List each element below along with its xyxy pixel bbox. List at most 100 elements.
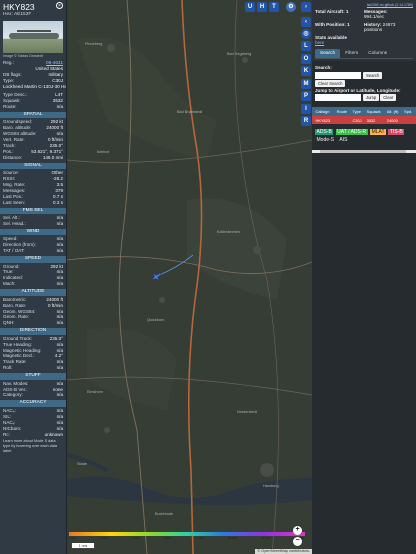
tab-search[interactable]: Search <box>315 49 341 59</box>
direction-row-5-label: Roll: <box>3 365 13 371</box>
tar1090-app: HKY823 Hex: AE152F × Image © Tobias Orns… <box>0 0 416 554</box>
map-label-7: Norderstedt <box>237 410 257 414</box>
map-toolbar: › ‹ ◎ LOKMPIR <box>300 0 312 554</box>
stuff-row-2: Category: n/a <box>0 392 66 398</box>
side-button-o[interactable]: O <box>301 53 311 64</box>
map-button-h[interactable]: H <box>257 2 267 12</box>
table-row[interactable]: HKY823 C30J 3532 24000 <box>312 116 416 125</box>
side-button-k[interactable]: K <box>301 66 311 76</box>
aircraft-table: Callsign Route Type Squawk Alt. (ft) Spd. HKY… <box>312 107 416 125</box>
total-aircraft: Total Aircraft: 1 <box>315 8 364 21</box>
section-header-spatial[interactable]: SPATIAL <box>0 111 66 119</box>
side-button-p[interactable]: P <box>301 91 311 101</box>
total-aircraft-label: Total Aircraft: <box>315 9 345 14</box>
map-button-t[interactable]: T <box>269 2 279 12</box>
history-label: History: <box>364 21 382 27</box>
wind-row-2: TAT / OAT: n/a <box>0 248 66 254</box>
section-header-signal[interactable]: SIGNAL <box>0 162 66 170</box>
jump-button[interactable]: Jump <box>363 94 380 102</box>
legend-tick: 8,000 <box>163 536 171 540</box>
column-header[interactable]: Callsign <box>314 107 336 117</box>
info-row-4-value: Lockheed Martin C-130J-30 Hercules <box>3 83 67 89</box>
fms-row-1-label: Sel. Head.: <box>3 220 26 226</box>
info2-row-2-value: n/a <box>56 103 63 109</box>
side-button-l[interactable]: L <box>301 41 311 51</box>
aircraft-info-panel: HKY823 Hex: AE152F × Image © Tobias Orns… <box>0 0 67 554</box>
search-input[interactable] <box>315 71 361 79</box>
table-cell: 3532 <box>365 116 386 125</box>
spatial-row-6-value: 146.0 nmi <box>42 154 63 160</box>
side-button-i[interactable]: I <box>301 103 311 114</box>
close-icon[interactable]: × <box>56 2 63 9</box>
column-header[interactable]: Alt. (ft) <box>385 107 404 117</box>
stats-available: Stats available here <box>315 34 413 47</box>
photo-wing <box>17 30 51 32</box>
callsign: HKY823 <box>3 2 35 12</box>
section-header-stuff[interactable]: STUFF <box>0 373 66 380</box>
signal-row-6-value: 0.3 s <box>53 199 63 205</box>
altitude-row-4: QNH: n/a <box>0 320 66 326</box>
info-block-2: Type Desc.: L4T Squawk: 3532 Route: n/a <box>0 92 66 110</box>
side-button-m[interactable]: M <box>301 78 311 89</box>
info-row-4: Lockheed Martin C-130J-30 Hercules <box>0 84 66 90</box>
back-icon[interactable]: ‹ <box>301 17 311 27</box>
section-header-altitude[interactable]: ALTITUDE <box>0 289 66 296</box>
jump-label: Jump to Airport or Latitude, Longitude: <box>315 87 401 93</box>
settings-gear-icon[interactable]: ⚙ <box>286 2 296 12</box>
table-cell <box>403 116 416 125</box>
column-header[interactable]: Type <box>351 107 366 117</box>
table-cell: C30J <box>351 116 366 125</box>
speed-row-3-label: Mach: <box>3 281 16 287</box>
tab-filters[interactable]: Filters <box>340 49 363 58</box>
wind-row-2-value: n/a <box>56 248 63 254</box>
section-header-direction[interactable]: DIRECTION <box>0 328 66 335</box>
speed-row-3-value: n/a <box>56 281 63 287</box>
map-label-10: Hamburg <box>263 484 279 488</box>
with-position: With Position: 1 <box>315 21 364 34</box>
map-label-2: Bad Bramstedt <box>177 110 203 114</box>
column-header[interactable]: Squawk <box>365 107 386 117</box>
aircraft-photo[interactable] <box>3 21 63 53</box>
collapse-sidebar-icon[interactable]: › <box>301 2 311 12</box>
hex-code: AE152F <box>13 12 32 17</box>
hex-line: Hex: AE152F <box>3 12 63 17</box>
photo-fuselage <box>9 33 59 39</box>
sidebar-tabs: Search Filters Columns <box>315 49 413 60</box>
info2-row-2: Route: n/a <box>0 104 66 110</box>
map-button-u[interactable]: U <box>245 2 255 12</box>
sidebar: tar1090 on github (2.14.1789) Total Airc… <box>312 0 416 554</box>
footer-note: Learn more about Mode S data type by hov… <box>3 439 58 454</box>
section-header-fms[interactable]: FMS SEL <box>0 207 66 215</box>
table-cell: 24000 <box>385 116 404 125</box>
history-stat: History: 24673 positions <box>364 21 413 34</box>
map-label-1: Bad Segeberg <box>227 52 252 56</box>
source-adsb: ADS-B <box>315 129 334 136</box>
spatial-row-6: Distance: 146.0 nmi <box>0 155 66 161</box>
map-label-5: Quickborn <box>147 318 165 322</box>
section-header-speed[interactable]: SPEED <box>0 256 66 263</box>
map-label-8: Stade <box>77 462 87 466</box>
side-button-r[interactable]: R <box>301 116 311 126</box>
spatial-row-6-label: Distance: <box>3 154 23 160</box>
clear-jump-button[interactable]: Clear <box>380 94 397 102</box>
aircraft-header: HKY823 Hex: AE152F × <box>0 0 66 18</box>
column-header[interactable]: Route <box>335 107 352 117</box>
sidebar-empty-area <box>312 153 416 554</box>
altitude-ticks: 2,0004,0006,0008,00010,00020,00030,00040… <box>69 536 305 540</box>
search-button[interactable]: Search <box>363 71 383 79</box>
jump-input[interactable] <box>315 94 361 102</box>
map-label-9: Buxtehude <box>155 512 174 516</box>
scale-bar: 1 nmi <box>71 543 95 549</box>
map-label-3: Itzehoe <box>97 150 110 154</box>
map-view[interactable]: Pinneberg Bad Segeberg Bad Bramstedt Itz… <box>67 0 312 554</box>
column-header[interactable]: Spd. <box>403 107 416 117</box>
clear-search-button[interactable]: Clear Search <box>315 79 346 87</box>
section-header-wind[interactable]: WIND <box>0 228 66 236</box>
legend-tick: 4,000 <box>100 536 108 540</box>
map-canvas[interactable] <box>67 0 312 554</box>
stats-link[interactable]: here <box>315 40 413 45</box>
altitude-row-4-label: QNH: <box>3 320 15 326</box>
target-icon[interactable]: ◎ <box>301 29 311 39</box>
tab-columns[interactable]: Columns <box>363 49 392 58</box>
section-header-accuracy[interactable]: ACCURACY <box>0 400 66 407</box>
